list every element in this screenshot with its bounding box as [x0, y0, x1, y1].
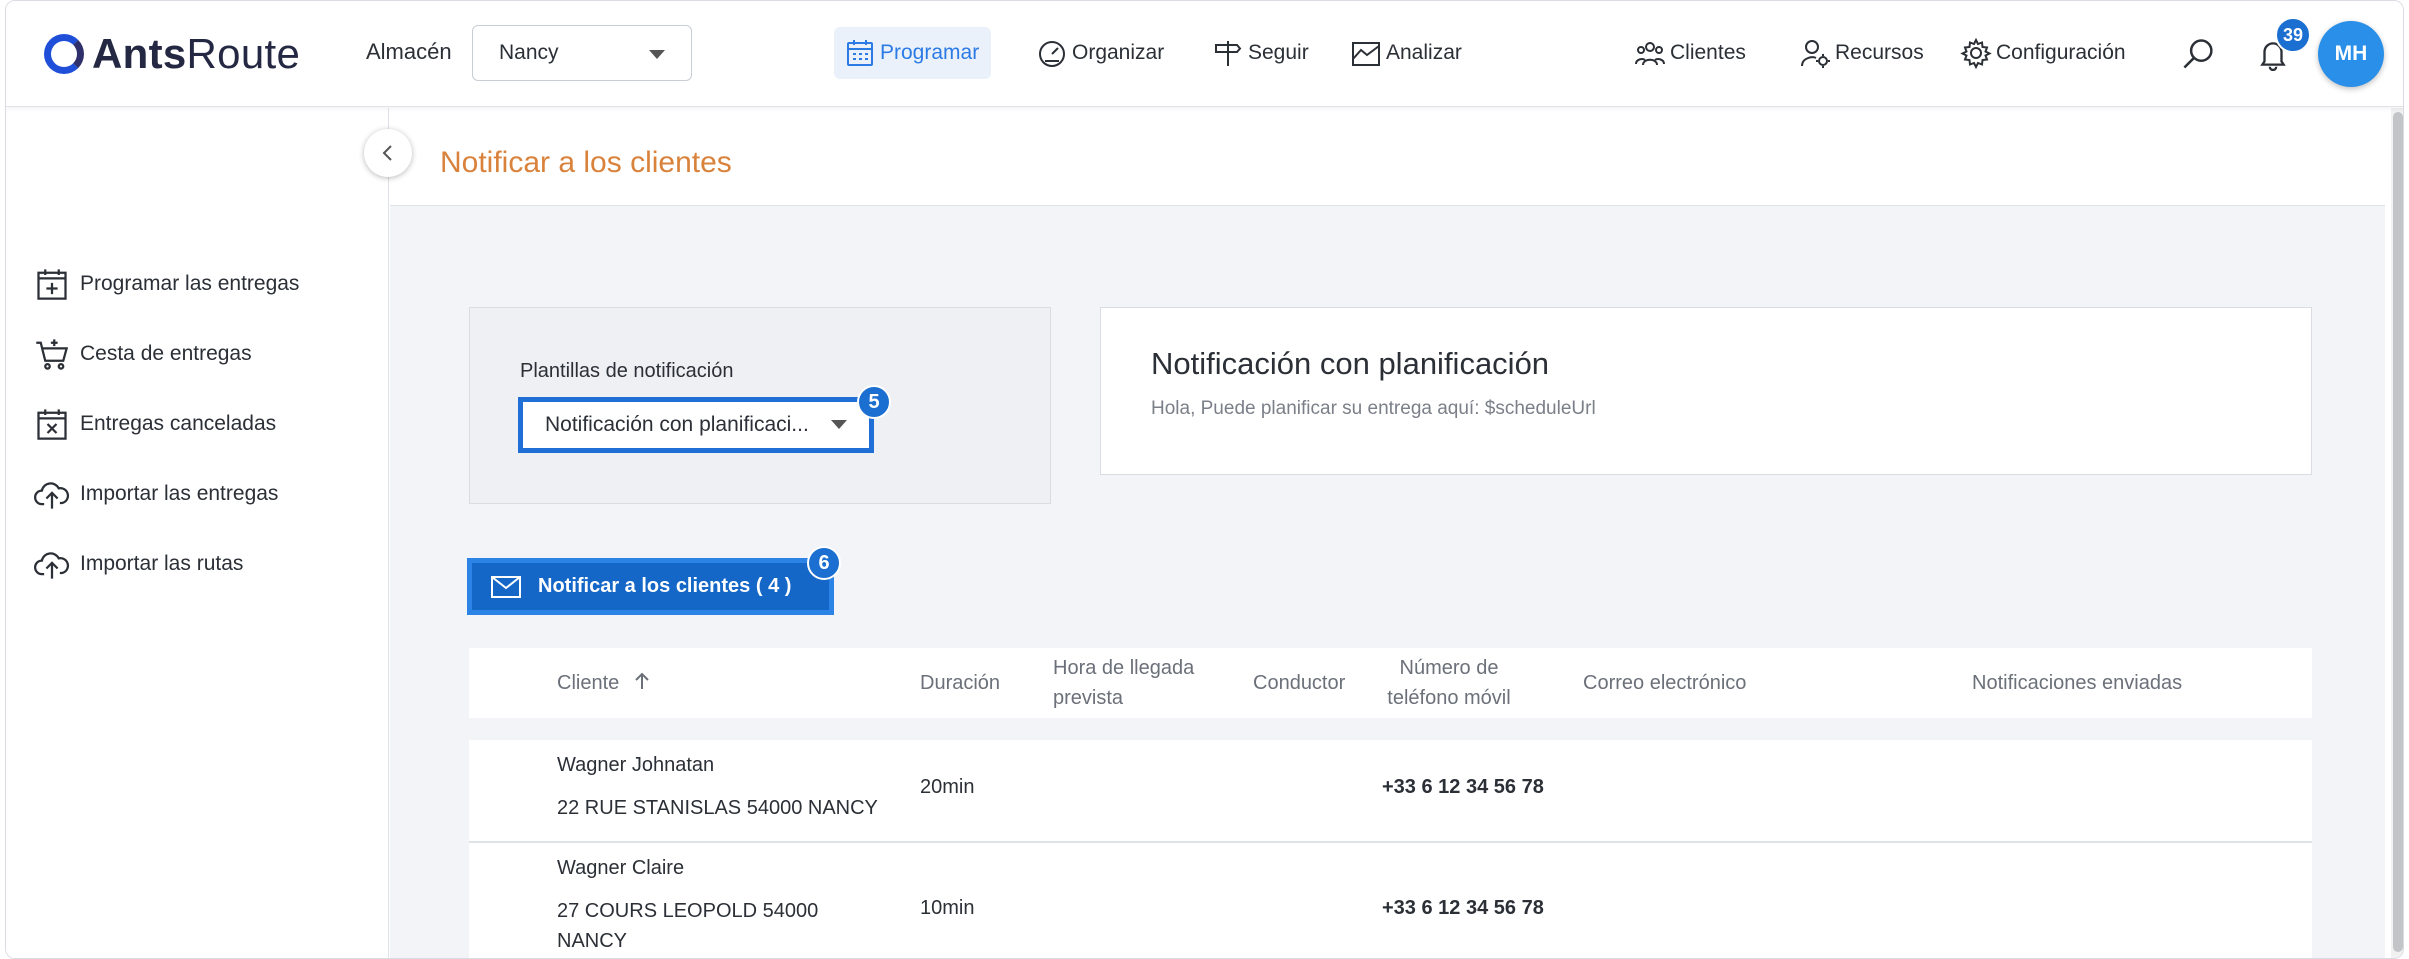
sidebar-item-label: Entregas canceladas [80, 412, 277, 435]
table-header: Cliente Duración Hora de llegada previst… [469, 648, 2312, 718]
row-client-address: 22 RUE STANISLAS 54000 NANCY [557, 797, 878, 819]
row-client-name: Wagner Claire [557, 857, 685, 879]
nav-recursos-label: Recursos [1835, 41, 1924, 64]
nav-organizar[interactable]: Organizar [1026, 27, 1176, 79]
sidebar: Programar las entregas Cesta de entregas… [6, 108, 389, 958]
nav-seguir[interactable]: Seguir [1202, 27, 1321, 79]
nav-organizar-label: Organizar [1072, 41, 1165, 64]
clients-table: Cliente Duración Hora de llegada previst… [469, 648, 2312, 958]
col-hora-llegada[interactable]: Hora de llegada prevista [1053, 653, 1194, 713]
page-header: Notificar a los clientes [390, 108, 2385, 206]
row-duration: 20min [920, 776, 975, 798]
step-badge-6: 6 [807, 546, 841, 580]
calendar-plus-icon [37, 269, 67, 300]
row-client-address: 27 COURS LEOPOLD 54000 [557, 900, 819, 922]
row-client-address-line2: NANCY [557, 930, 628, 952]
sort-arrow-up-icon [635, 672, 649, 689]
sidebar-item-label: Importar las entregas [80, 482, 279, 505]
sidebar-item-importar-rutas[interactable]: Importar las rutas [34, 544, 243, 584]
sidebar-item-label: Programar las entregas [80, 272, 300, 295]
chevron-left-icon [382, 145, 392, 161]
warehouse-value: Nancy [499, 41, 559, 64]
nav-seguir-label: Seguir [1248, 41, 1309, 64]
preview-body: Hola, Puede planificar su entrega aquí: … [1151, 398, 1596, 419]
sidebar-item-cesta-entregas[interactable]: Cesta de entregas [34, 334, 252, 374]
chevron-down-icon [649, 50, 665, 59]
app-window: AntsRoute Almacén Nancy Programar Organi… [5, 0, 2404, 959]
main-content: Notificar a los clientes Plantillas de n… [390, 108, 2385, 958]
page-scrollbar[interactable] [2391, 108, 2403, 958]
row-client-name: Wagner Johnatan [557, 754, 715, 776]
nav-clientes[interactable]: Clientes [1624, 27, 1758, 79]
calendar-icon [847, 40, 873, 66]
notify-clients-button[interactable]: Notificar a los clientes ( 4 ) [467, 558, 834, 615]
col-correo[interactable]: Correo electrónico [1583, 668, 1746, 698]
calendar-x-icon [37, 409, 67, 440]
row-phone: +33 6 12 34 56 78 [1382, 776, 1544, 798]
chevron-down-icon [831, 420, 847, 429]
gear-icon [1960, 37, 1992, 69]
collapse-sidebar-button[interactable] [364, 129, 412, 177]
signpost-icon [1215, 41, 1242, 66]
scrollbar-thumb[interactable] [2393, 112, 2403, 952]
sidebar-item-label: Importar las rutas [80, 552, 244, 575]
col-conductor[interactable]: Conductor [1253, 668, 1345, 698]
cloud-upload-icon [34, 482, 70, 509]
notify-clients-label: Notificar a los clientes ( 4 ) [538, 575, 792, 597]
user-avatar[interactable]: MH [2318, 21, 2384, 87]
template-select[interactable]: Notificación con planificaci... [518, 397, 874, 453]
row-duration: 10min [920, 897, 975, 919]
nav-programar[interactable]: Programar [834, 27, 992, 79]
gauge-icon [1039, 41, 1065, 67]
col-cliente[interactable]: Cliente [557, 668, 651, 698]
col-notificaciones[interactable]: Notificaciones enviadas [1972, 668, 2182, 698]
col-telefono[interactable]: Número de teléfono móvil [1369, 653, 1529, 713]
logo-text: AntsRoute [92, 30, 301, 77]
nav-configuracion-label: Configuración [1996, 41, 2126, 64]
search-button[interactable] [2178, 33, 2220, 75]
sidebar-item-label: Cesta de entregas [80, 342, 252, 365]
antsroute-logo[interactable]: AntsRoute [44, 29, 300, 79]
table-row[interactable]: Wagner Johnatan 22 RUE STANISLAS 54000 N… [469, 740, 2312, 841]
nav-configuracion[interactable]: Configuración [1950, 27, 2138, 79]
row-phone: +33 6 12 34 56 78 [1382, 897, 1544, 919]
sidebar-item-programar-entregas[interactable]: Programar las entregas [34, 264, 299, 304]
chart-icon [1352, 42, 1380, 66]
template-label: Plantillas de notificación [520, 360, 734, 382]
notifications-count-badge: 39 [2275, 17, 2311, 53]
sidebar-item-importar-entregas[interactable]: Importar las entregas [34, 474, 278, 514]
col-duracion[interactable]: Duración [920, 668, 1000, 698]
nav-recursos[interactable]: Recursos [1789, 27, 1936, 79]
user-gear-icon [1801, 40, 1830, 68]
warehouse-label: Almacén [366, 39, 452, 64]
template-panel: Plantillas de notificación Notificación … [469, 307, 1051, 504]
template-preview: Notificación con planificación Hola, Pue… [1100, 307, 2312, 475]
nav-analizar-label: Analizar [1386, 41, 1462, 64]
envelope-icon [491, 575, 521, 598]
logo-icon [44, 34, 84, 74]
nav-clientes-label: Clientes [1670, 41, 1746, 64]
top-navbar: AntsRoute Almacén Nancy Programar Organi… [6, 1, 2403, 107]
template-select-value: Notificación con planificaci... [545, 413, 809, 436]
nav-programar-label: Programar [880, 41, 980, 64]
table-row[interactable]: Wagner Claire 27 COURS LEOPOLD 54000 NAN… [469, 843, 2312, 958]
step-badge-5: 5 [857, 385, 891, 419]
search-icon [2183, 39, 2213, 69]
cart-icon [36, 339, 69, 370]
cloud-upload-icon [34, 552, 70, 579]
users-icon [1635, 42, 1665, 66]
nav-analizar[interactable]: Analizar [1340, 27, 1474, 79]
page-title: Notificar a los clientes [440, 146, 732, 179]
preview-title: Notificación con planificación [1151, 346, 1550, 381]
warehouse-select[interactable]: Nancy [472, 25, 692, 81]
sidebar-item-entregas-canceladas[interactable]: Entregas canceladas [34, 404, 276, 444]
